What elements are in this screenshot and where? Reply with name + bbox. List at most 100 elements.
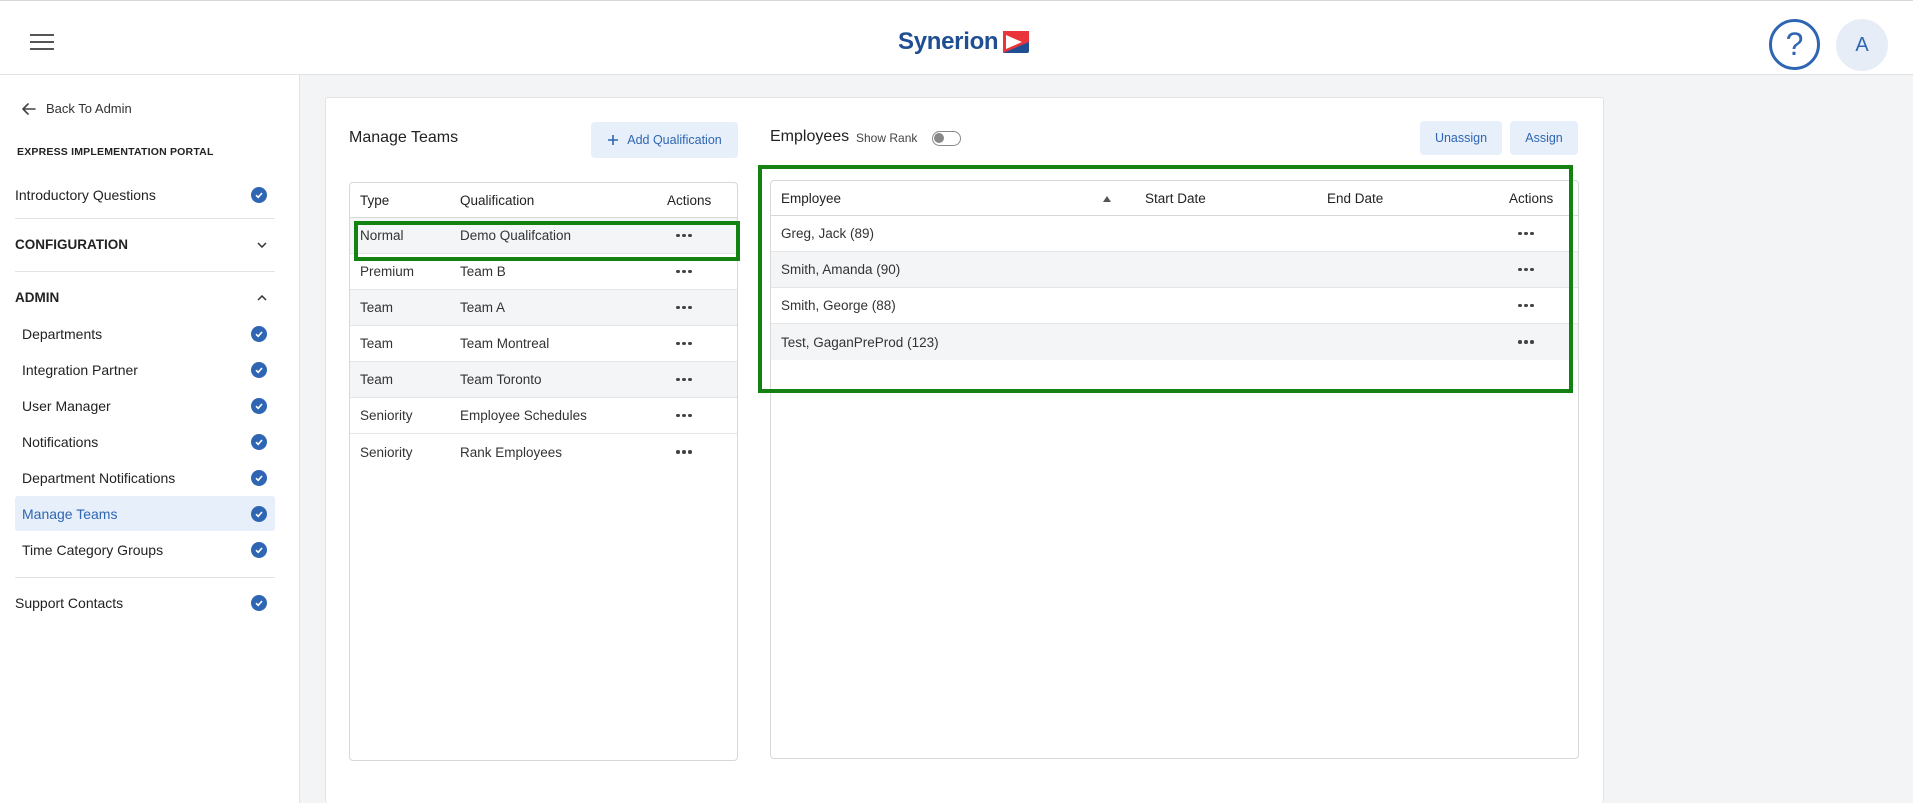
top-bar: Synerion ? A bbox=[0, 0, 1913, 75]
show-rank-toggle[interactable] bbox=[932, 131, 961, 146]
more-actions-icon[interactable] bbox=[676, 362, 692, 397]
table-header: Employee Start Date End Date Actions bbox=[771, 181, 1578, 216]
sidebar-item-notifications[interactable]: Notifications bbox=[15, 424, 275, 459]
sidebar-item-manage-teams[interactable]: Manage Teams bbox=[15, 496, 275, 531]
cell-qualification: Rank Employees bbox=[460, 444, 563, 460]
cell-type: Team bbox=[360, 372, 394, 387]
sidebar-item-integration-partner[interactable]: Integration Partner bbox=[15, 352, 275, 387]
table-row[interactable]: Normal Demo Qualifcation bbox=[350, 218, 737, 254]
sidebar-item-introductory-questions[interactable]: Introductory Questions bbox=[15, 177, 275, 212]
more-actions-icon[interactable] bbox=[676, 434, 692, 470]
sidebar-item-department-notifications[interactable]: Department Notifications bbox=[15, 460, 275, 495]
sidebar-item-user-manager[interactable]: User Manager bbox=[15, 388, 275, 423]
portal-title: EXPRESS IMPLEMENTATION PORTAL bbox=[17, 146, 214, 158]
sidebar-item-label: Introductory Questions bbox=[15, 186, 156, 203]
sidebar-section-configuration[interactable]: CONFIGURATION bbox=[15, 227, 275, 262]
cell-qualification: Employee Schedules bbox=[460, 408, 587, 423]
cell-qualification: Team B bbox=[460, 264, 506, 279]
column-header-qualification[interactable]: Qualification bbox=[460, 183, 534, 217]
chevron-up-icon bbox=[257, 294, 267, 301]
help-button[interactable]: ? bbox=[1769, 19, 1820, 70]
column-header-type[interactable]: Type bbox=[360, 183, 389, 217]
cell-employee: Greg, Jack (89) bbox=[781, 226, 875, 241]
more-actions-icon[interactable] bbox=[676, 254, 692, 289]
cell-qualification: Demo Qualifcation bbox=[460, 228, 572, 243]
check-circle-icon bbox=[251, 433, 267, 450]
chevron-down-icon bbox=[257, 241, 267, 248]
column-header-employee[interactable]: Employee bbox=[781, 181, 841, 215]
sidebar-item-label: Support Contacts bbox=[15, 594, 124, 611]
table-row[interactable]: Test, GaganPreProd (123) bbox=[771, 324, 1578, 360]
table-row[interactable]: Greg, Jack (89) bbox=[771, 216, 1578, 252]
table-row[interactable]: Team Team Toronto bbox=[350, 362, 737, 398]
employees-table: Employee Start Date End Date Actions Gre… bbox=[770, 180, 1579, 759]
table-row[interactable]: Seniority Rank Employees bbox=[350, 434, 737, 470]
assign-label: Assign bbox=[1525, 131, 1563, 145]
column-header-start-date[interactable]: Start Date bbox=[1145, 181, 1206, 215]
sort-ascending-icon[interactable] bbox=[1103, 196, 1111, 202]
more-actions-icon[interactable] bbox=[1518, 252, 1534, 287]
sidebar: Back To Admin EXPRESS IMPLEMENTATION POR… bbox=[0, 75, 300, 803]
sidebar-item-time-category-groups[interactable]: Time Category Groups bbox=[15, 532, 275, 567]
cell-type: Premium bbox=[360, 264, 415, 279]
sidebar-item-label: Notifications bbox=[22, 433, 99, 450]
table-row[interactable]: Seniority Employee Schedules bbox=[350, 398, 737, 434]
check-circle-icon bbox=[251, 594, 267, 611]
sidebar-divider bbox=[15, 218, 275, 219]
check-circle-icon bbox=[251, 186, 267, 203]
check-circle-icon bbox=[251, 325, 267, 342]
qualifications-table: Type Qualification Actions Normal Demo Q… bbox=[349, 182, 738, 761]
table-header: Type Qualification Actions bbox=[350, 183, 737, 218]
cell-type: Team bbox=[360, 336, 394, 351]
sidebar-item-label: Departments bbox=[22, 325, 103, 342]
back-to-admin-link[interactable]: Back To Admin bbox=[22, 101, 132, 116]
cell-qualification: Team Montreal bbox=[460, 336, 550, 351]
sidebar-item-label: User Manager bbox=[22, 397, 111, 414]
check-circle-icon bbox=[251, 541, 267, 558]
sidebar-item-label: Integration Partner bbox=[22, 361, 138, 378]
assign-button[interactable]: Assign bbox=[1510, 121, 1578, 155]
cell-type: Normal bbox=[360, 228, 404, 243]
cell-qualification: Team A bbox=[460, 300, 506, 315]
more-actions-icon[interactable] bbox=[676, 326, 692, 361]
cell-type: Seniority bbox=[360, 408, 413, 423]
sidebar-item-support-contacts[interactable]: Support Contacts bbox=[15, 585, 275, 620]
unassign-label: Unassign bbox=[1434, 131, 1488, 145]
hamburger-menu-icon[interactable] bbox=[30, 34, 54, 52]
sidebar-divider bbox=[15, 577, 275, 578]
back-to-admin-label: Back To Admin bbox=[46, 101, 132, 116]
add-qualification-button[interactable]: Add Qualification bbox=[591, 122, 738, 158]
more-actions-icon[interactable] bbox=[676, 218, 692, 253]
cell-type: Team bbox=[360, 300, 394, 315]
logo-text: Synerion bbox=[898, 28, 999, 55]
employees-title: Employees bbox=[770, 128, 850, 145]
more-actions-icon[interactable] bbox=[1518, 324, 1534, 360]
unassign-button[interactable]: Unassign bbox=[1420, 121, 1502, 155]
more-actions-icon[interactable] bbox=[676, 398, 692, 433]
table-row[interactable]: Premium Team B bbox=[350, 254, 737, 290]
table-row[interactable]: Smith, Amanda (90) bbox=[771, 252, 1578, 288]
cell-type: Seniority bbox=[360, 444, 413, 460]
logo-flag-icon bbox=[1003, 31, 1030, 53]
sidebar-divider bbox=[15, 271, 275, 272]
table-row[interactable]: Smith, George (88) bbox=[771, 288, 1578, 324]
plus-icon bbox=[608, 135, 619, 145]
table-row[interactable]: Team Team Montreal bbox=[350, 326, 737, 362]
sidebar-item-label: Time Category Groups bbox=[22, 541, 164, 558]
cell-employee: Smith, Amanda (90) bbox=[781, 262, 901, 277]
cell-qualification: Team Toronto bbox=[460, 372, 542, 387]
column-header-end-date[interactable]: End Date bbox=[1327, 181, 1383, 215]
check-circle-icon bbox=[251, 469, 267, 486]
column-header-actions: Actions bbox=[1509, 190, 1554, 206]
user-avatar[interactable]: A bbox=[1836, 19, 1888, 71]
table-row[interactable]: Team Team A bbox=[350, 290, 737, 326]
more-actions-icon[interactable] bbox=[1518, 216, 1534, 251]
more-actions-icon[interactable] bbox=[1518, 288, 1534, 323]
sidebar-item-departments[interactable]: Departments bbox=[15, 316, 275, 351]
show-rank-label: Show Rank bbox=[856, 131, 918, 145]
synerion-logo: Synerion bbox=[898, 27, 1030, 57]
more-actions-icon[interactable] bbox=[676, 290, 692, 325]
check-circle-icon bbox=[251, 397, 267, 414]
section-label: CONFIGURATION bbox=[15, 237, 128, 252]
sidebar-section-admin[interactable]: ADMIN bbox=[15, 280, 275, 315]
